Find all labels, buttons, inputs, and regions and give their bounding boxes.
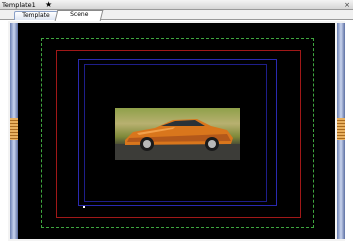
title-bar[interactable]: Template1 ★ × — [0, 0, 353, 10]
right-scroll-rail[interactable] — [337, 23, 345, 239]
anchor-point[interactable] — [83, 206, 85, 208]
tab-scene-label: Scene — [69, 11, 89, 18]
tab-template[interactable]: Template — [14, 11, 58, 20]
pin-icon[interactable]: ★ — [45, 0, 52, 10]
left-rail-handle[interactable] — [10, 118, 18, 140]
car-image[interactable] — [115, 108, 240, 160]
tab-strip: Template Scene — [0, 10, 353, 21]
tab-template-label: Template — [22, 12, 50, 19]
window-title: Template1 — [2, 1, 36, 9]
car-picture — [115, 119, 240, 160]
left-scroll-rail[interactable] — [10, 23, 18, 239]
template-window: Template1 ★ × Template Scene — [0, 0, 353, 241]
close-icon[interactable]: × — [344, 0, 350, 10]
right-rail-handle[interactable] — [337, 118, 345, 140]
tab-scene[interactable]: Scene — [54, 10, 104, 21]
scene-canvas[interactable] — [18, 23, 335, 239]
